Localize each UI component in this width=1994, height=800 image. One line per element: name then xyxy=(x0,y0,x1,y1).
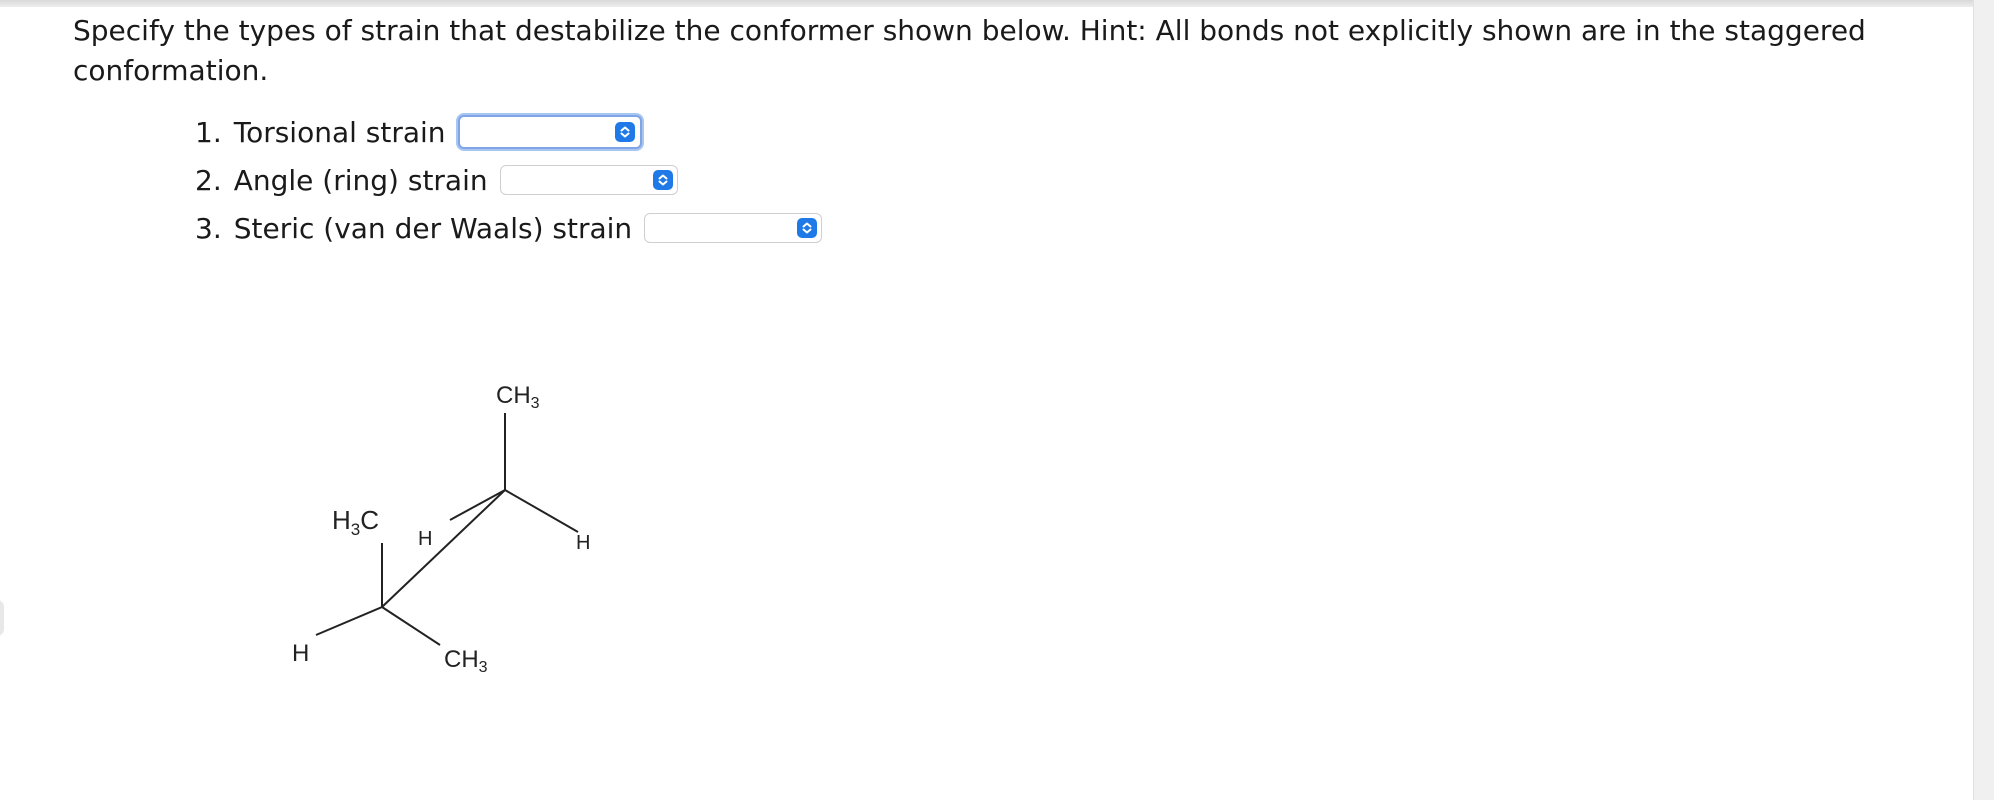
front-h-label: H xyxy=(292,640,309,667)
option-label: Angle (ring) strain xyxy=(233,163,488,197)
window-top-edge xyxy=(0,0,1994,7)
bond-front-h xyxy=(315,606,383,636)
bond-back-h-right xyxy=(504,489,579,533)
back-h-left-label: H xyxy=(418,528,432,550)
steric-strain-select[interactable] xyxy=(644,213,823,243)
option-number: 3. xyxy=(195,211,222,245)
strain-option-angle: 2. Angle (ring) strain xyxy=(195,156,822,204)
option-number: 1. xyxy=(195,115,222,149)
option-label: Steric (van der Waals) strain xyxy=(233,211,633,245)
back-h-right-label: H xyxy=(576,532,590,554)
option-label: Torsional strain xyxy=(233,115,446,149)
left-h3c-label: H3C xyxy=(332,505,379,539)
torsional-strain-select[interactable] xyxy=(457,115,642,149)
sawhorse-molecule-diagram: CH3 H3C H H H CH3 xyxy=(292,382,590,676)
left-edge-handle xyxy=(0,600,4,636)
vertical-scrollbar[interactable] xyxy=(1973,0,1994,800)
chevron-updown-icon xyxy=(797,218,818,238)
strain-option-torsional: 1. Torsional strain xyxy=(195,108,822,156)
bottom-ch3-label: CH3 xyxy=(444,646,488,676)
top-ch3-label: CH3 xyxy=(496,382,540,412)
strain-options-list: 1. Torsional strain 2. Angle (ring) stra… xyxy=(195,108,823,252)
strain-option-steric: 3. Steric (van der Waals) strain xyxy=(195,204,823,252)
angle-strain-select[interactable] xyxy=(499,165,678,195)
bond-front-ch3 xyxy=(381,606,441,646)
chevron-updown-icon xyxy=(614,122,635,142)
question-text: Specify the types of strain that destabi… xyxy=(73,14,1866,87)
chevron-updown-icon xyxy=(652,170,673,190)
bond-central-cc xyxy=(381,489,506,608)
option-number: 2. xyxy=(195,163,222,197)
